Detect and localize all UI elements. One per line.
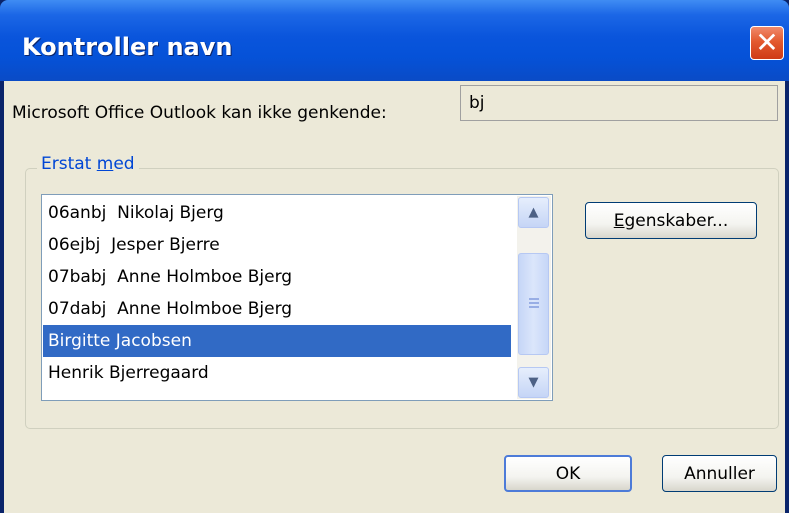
scroll-up-button[interactable]: ▲ <box>518 197 549 228</box>
dialog-window: Kontroller navn ✕ Microsoft Office Outlo… <box>0 0 789 513</box>
list-item[interactable]: 06ejbj Jesper Bjerre <box>43 229 511 261</box>
list-items: 06anbj Nikolaj Bjerg 06ejbj Jesper Bjerre… <box>43 197 511 389</box>
chevron-down-icon: ▼ <box>528 375 539 390</box>
list-item[interactable]: 07dabj Anne Holmboe Bjerg <box>43 293 511 325</box>
ok-button[interactable]: OK <box>504 455 632 492</box>
cancel-button[interactable]: Annuller <box>662 455 777 492</box>
list-item[interactable]: 07babj Anne Holmboe Bjerg <box>43 261 511 293</box>
scroll-down-button[interactable]: ▼ <box>518 367 549 398</box>
replacement-listbox[interactable]: 06anbj Nikolaj Bjerg 06ejbj Jesper Bjerre… <box>41 194 553 401</box>
close-button[interactable]: ✕ <box>750 26 784 60</box>
unrecognized-name-field: bj <box>460 85 778 121</box>
dialog-body: Microsoft Office Outlook kan ikke genken… <box>4 81 785 513</box>
grip-icon <box>528 298 539 310</box>
list-item[interactable]: 06anbj Nikolaj Bjerg <box>43 197 511 229</box>
list-item[interactable]: Henrik Bjerregaard <box>43 357 511 389</box>
close-icon: ✕ <box>755 26 779 59</box>
vertical-scrollbar[interactable]: ▲ ▼ <box>517 196 551 399</box>
scroll-thumb[interactable] <box>518 253 549 355</box>
title-bar[interactable]: Kontroller navn ✕ <box>0 0 789 81</box>
dialog-title: Kontroller navn <box>22 33 233 61</box>
properties-button[interactable]: Egenskaber... <box>585 202 757 239</box>
replace-with-legend: Erstat med <box>37 154 139 174</box>
list-item[interactable]: Birgitte Jacobsen <box>43 325 511 357</box>
chevron-up-icon: ▲ <box>528 205 539 220</box>
unrecognized-label: Microsoft Office Outlook kan ikke genken… <box>12 103 387 123</box>
